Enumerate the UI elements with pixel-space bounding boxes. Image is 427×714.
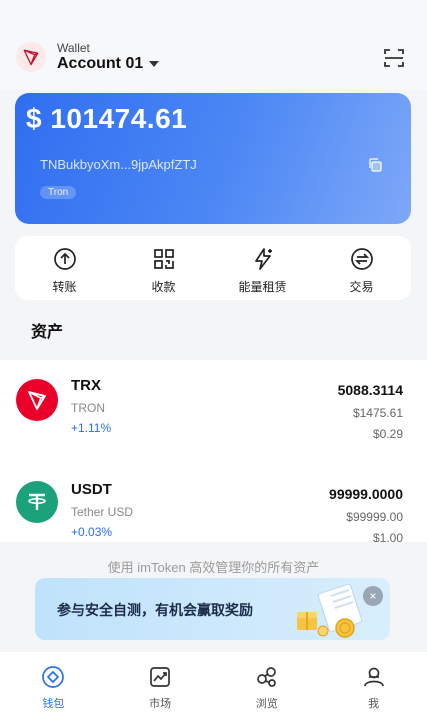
asset-symbol: TRX bbox=[71, 377, 101, 394]
asset-row-usdt[interactable]: USDT Tether USD +0.03% 99999.0000 $99999… bbox=[0, 464, 427, 542]
nav-label: 浏览 bbox=[255, 698, 278, 710]
wallet-address: TNBukbyoXm...9jpAkpfZTJ bbox=[40, 157, 197, 172]
asset-row-trx[interactable]: TRX TRON +1.11% 5088.3114 $1475.61 $0.29 bbox=[0, 360, 427, 460]
nav-browse[interactable]: 浏览 bbox=[214, 652, 321, 714]
nav-label: 钱包 bbox=[42, 698, 65, 710]
asset-price: $1.00 bbox=[372, 531, 403, 542]
market-chart-icon bbox=[147, 664, 173, 690]
asset-list: TRX TRON +1.11% 5088.3114 $1475.61 $0.29… bbox=[0, 360, 427, 542]
wallet-subtitle: Wallet bbox=[57, 41, 90, 55]
action-trade[interactable]: 交易 bbox=[312, 236, 411, 300]
promo-banner[interactable]: 参与安全自测，有机会赢取奖励 × bbox=[35, 578, 390, 640]
asset-amount: 99999.0000 bbox=[329, 486, 403, 502]
action-label: 转账 bbox=[52, 280, 77, 294]
nav-label: 市场 bbox=[149, 698, 172, 710]
close-icon[interactable]: × bbox=[363, 586, 383, 606]
scan-icon[interactable] bbox=[383, 47, 405, 69]
profile-icon bbox=[361, 664, 387, 690]
asset-name: TRON bbox=[71, 401, 105, 415]
asset-symbol: USDT bbox=[71, 481, 112, 498]
asset-price: $0.29 bbox=[372, 427, 403, 441]
nav-wallet[interactable]: 钱包 bbox=[0, 652, 107, 714]
banner-text: 参与安全自测，有机会赢取奖励 bbox=[57, 602, 253, 618]
swap-icon bbox=[349, 246, 375, 272]
assets-title: 资产 bbox=[31, 324, 64, 341]
copy-icon[interactable] bbox=[367, 157, 383, 173]
action-label: 能量租赁 bbox=[238, 280, 287, 294]
energy-icon bbox=[250, 246, 276, 272]
asset-change: +1.11% bbox=[71, 421, 112, 435]
nav-me[interactable]: 我 bbox=[320, 652, 427, 714]
balance-card[interactable]: $ 101474.61 TNBukbyoXm...9jpAkpfZTJ Tron bbox=[15, 93, 411, 224]
action-receive[interactable]: 收款 bbox=[114, 236, 213, 300]
asset-name: Tether USD bbox=[71, 505, 134, 519]
nav-label: 我 bbox=[368, 698, 380, 710]
receive-qr-icon bbox=[151, 246, 177, 272]
promo-text: 使用 imToken 高效管理你的所有资产 bbox=[107, 560, 320, 575]
quick-actions: 转账 收款 能量租赁 交易 bbox=[15, 236, 411, 300]
top-bar: Wallet Account 01 bbox=[0, 0, 427, 90]
browse-icon bbox=[254, 664, 280, 690]
nav-market[interactable]: 市场 bbox=[107, 652, 214, 714]
bottom-nav: 钱包 市场 浏览 我 bbox=[0, 652, 427, 714]
account-name: Account 01 bbox=[57, 55, 144, 72]
total-balance: $ 101474.61 bbox=[26, 103, 188, 134]
tron-icon bbox=[16, 379, 58, 421]
action-label: 交易 bbox=[349, 280, 374, 294]
asset-value: $1475.61 bbox=[352, 406, 403, 420]
action-label: 收款 bbox=[151, 280, 176, 294]
action-energy-rental[interactable]: 能量租赁 bbox=[213, 236, 312, 300]
wallet-icon bbox=[40, 664, 66, 690]
tron-wallet-logo-icon[interactable] bbox=[16, 42, 46, 72]
chevron-down-icon bbox=[149, 61, 160, 67]
tether-icon bbox=[16, 481, 58, 523]
asset-change: +0.03% bbox=[71, 525, 113, 539]
asset-value: $99999.00 bbox=[346, 510, 403, 524]
account-selector[interactable]: Account 01 bbox=[57, 55, 160, 73]
transfer-icon bbox=[52, 246, 78, 272]
asset-amount: 5088.3114 bbox=[337, 382, 403, 398]
chain-badge: Tron bbox=[40, 186, 77, 199]
gift-coins-icon bbox=[293, 582, 369, 638]
action-transfer[interactable]: 转账 bbox=[15, 236, 114, 300]
